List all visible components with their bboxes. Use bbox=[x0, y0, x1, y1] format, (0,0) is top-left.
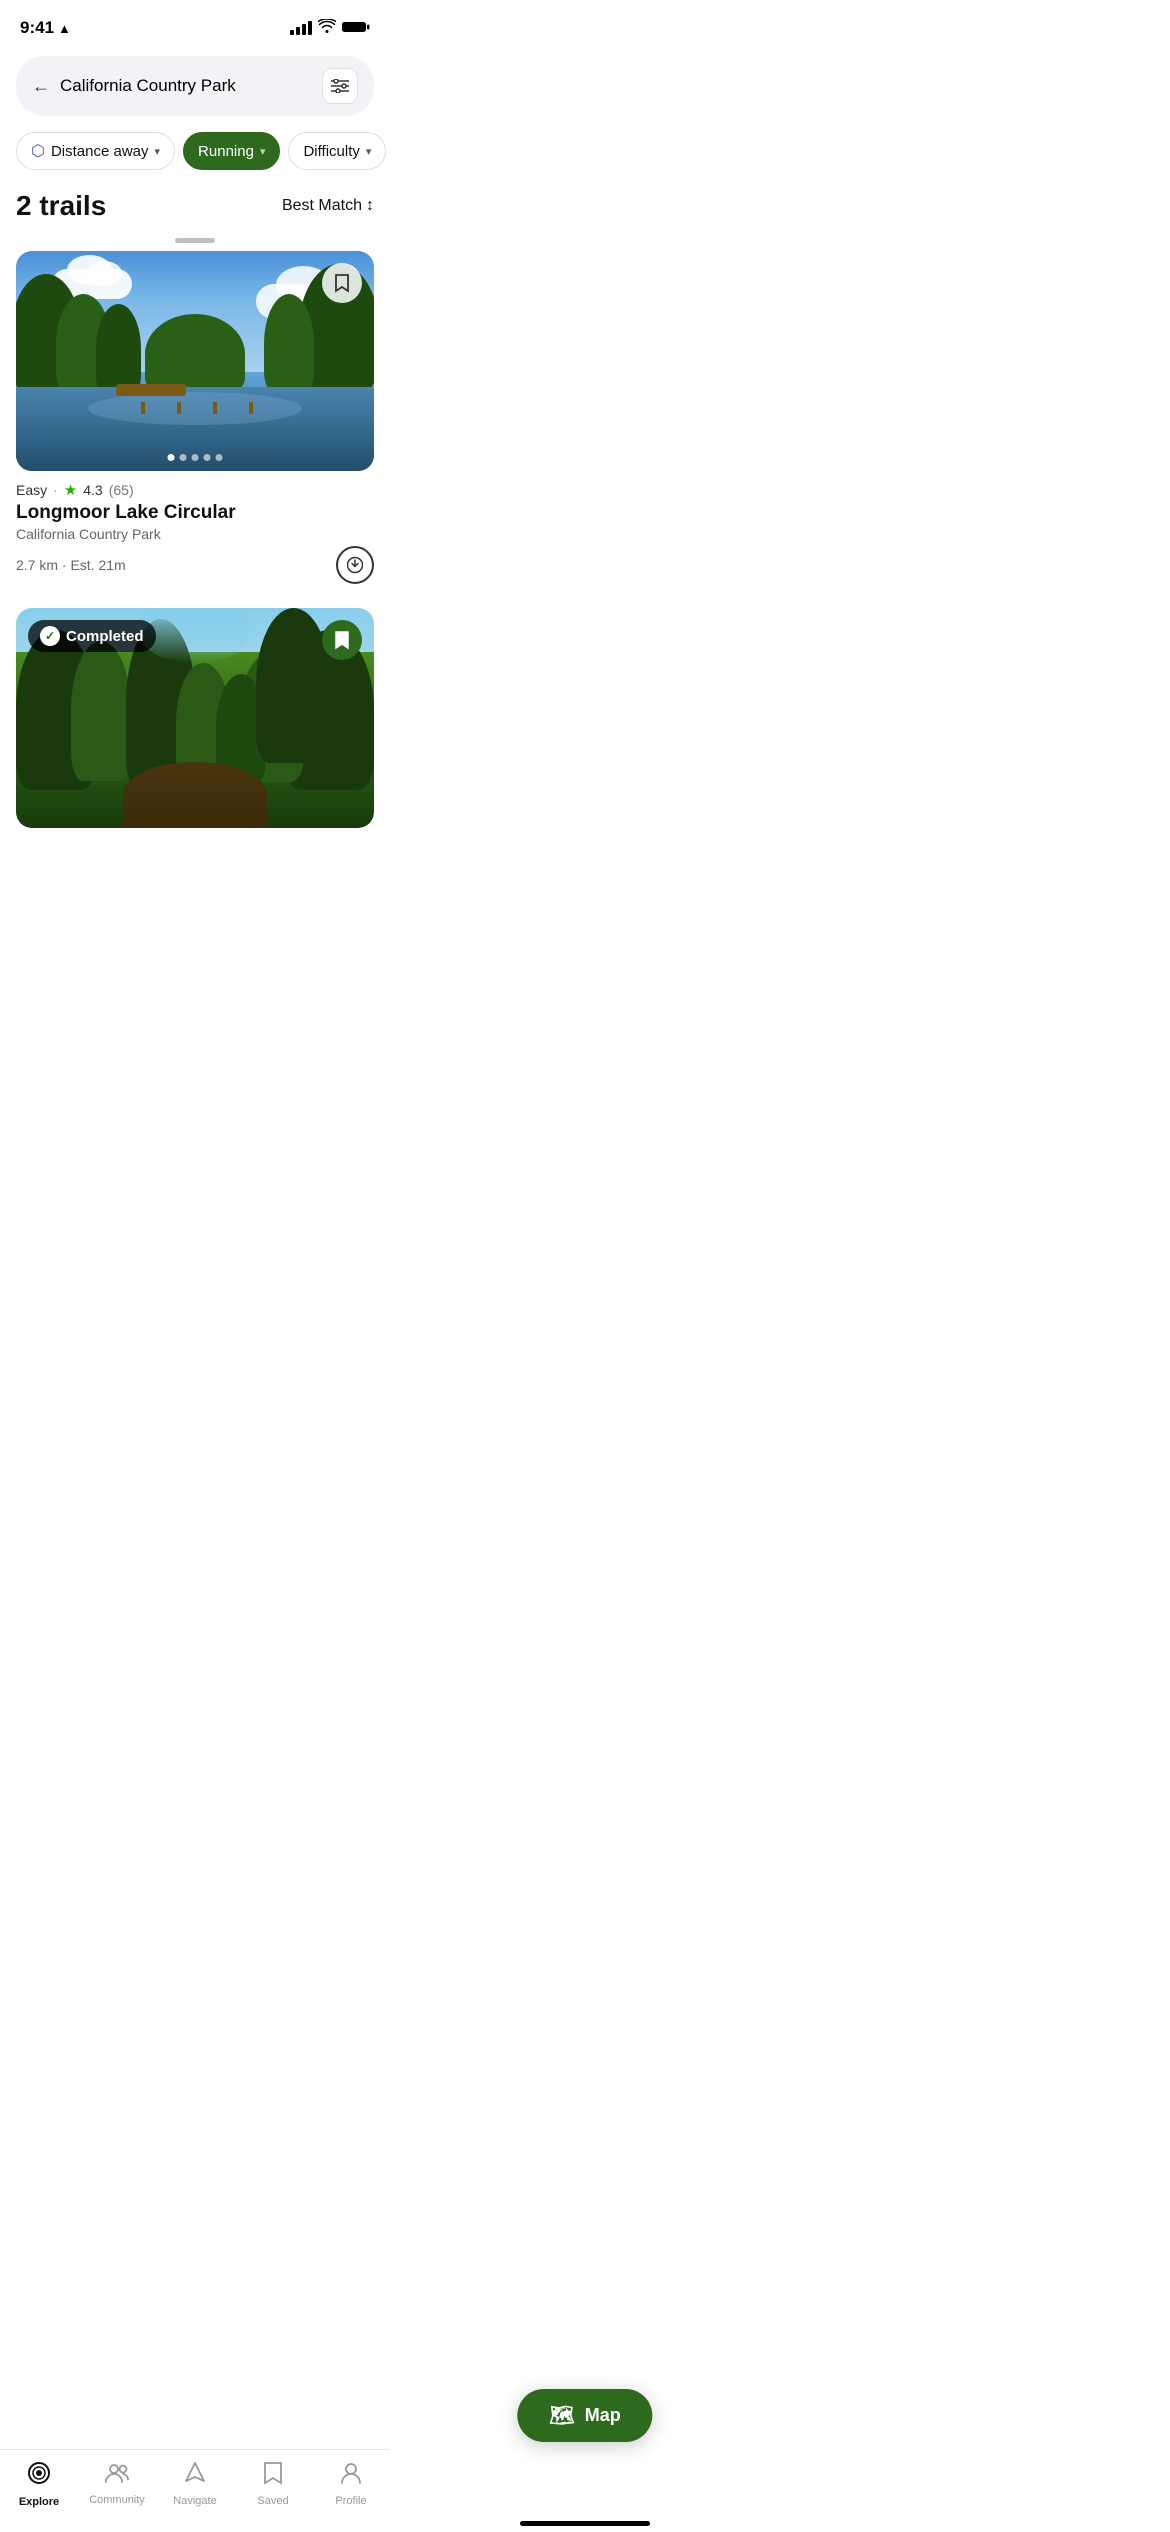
trail-name-1: Longmoor Lake Circular bbox=[16, 502, 374, 524]
completed-badge: ✓ Completed bbox=[28, 620, 156, 652]
nav-item-navigate[interactable]: Navigate bbox=[156, 2461, 234, 2507]
rating-1: 4.3 bbox=[83, 482, 102, 498]
sort-label: Best Match bbox=[282, 197, 362, 215]
status-time: 9:41 bbox=[20, 18, 54, 38]
completed-check-icon: ✓ bbox=[40, 626, 60, 646]
filter-row: ⬡ Distance away ▾ Running ▾ Difficulty ▾ bbox=[0, 128, 390, 182]
completed-label: Completed bbox=[66, 628, 144, 645]
drag-handle bbox=[175, 238, 215, 243]
results-header: 2 trails Best Match ↕ bbox=[0, 182, 390, 234]
nav-item-saved[interactable]: Saved bbox=[234, 2461, 312, 2507]
results-count: 2 trails bbox=[16, 190, 106, 222]
battery-icon bbox=[342, 20, 370, 37]
map-button-label: Map bbox=[585, 2405, 621, 2426]
trail-image-2[interactable]: ✓ Completed bbox=[16, 608, 374, 828]
search-bar[interactable]: ← California Country Park bbox=[16, 56, 374, 116]
nav-item-community[interactable]: Community bbox=[78, 2462, 156, 2506]
filter-distance[interactable]: ⬡ Distance away ▾ bbox=[16, 132, 175, 170]
sort-button[interactable]: Best Match ↕ bbox=[282, 197, 374, 215]
filter-difficulty-label: Difficulty bbox=[303, 143, 359, 160]
trail-card-1: Easy · ★ 4.3 (65) Longmoor Lake Circular… bbox=[16, 251, 374, 588]
distance-icon: ⬡ bbox=[31, 141, 45, 161]
trail-stats-1: 2.7 km · Est. 21m bbox=[16, 546, 374, 584]
star-icon: ★ bbox=[64, 481, 77, 499]
filter-running[interactable]: Running ▾ bbox=[183, 132, 280, 170]
nav-label-navigate: Navigate bbox=[173, 2495, 216, 2507]
trail-image-1[interactable] bbox=[16, 251, 374, 471]
nav-label-community: Community bbox=[89, 2494, 145, 2506]
search-text: California Country Park bbox=[60, 76, 312, 96]
chevron-down-icon: ▾ bbox=[155, 145, 161, 158]
trail-card-2: ✓ Completed bbox=[16, 608, 374, 828]
review-count-1: (65) bbox=[109, 482, 134, 498]
filter-button[interactable] bbox=[322, 68, 358, 104]
bookmark-button-2[interactable] bbox=[322, 620, 362, 660]
difficulty-label-1: Easy bbox=[16, 482, 47, 498]
sort-icon: ↕ bbox=[366, 197, 374, 215]
nav-item-explore[interactable]: Explore bbox=[0, 2460, 78, 2508]
wifi-icon bbox=[318, 19, 336, 38]
explore-icon bbox=[26, 2460, 52, 2493]
filter-distance-label: Distance away bbox=[51, 143, 149, 160]
filter-difficulty[interactable]: Difficulty ▾ bbox=[288, 132, 386, 170]
trail-location-1: California Country Park bbox=[16, 526, 374, 542]
nav-label-saved: Saved bbox=[257, 2495, 288, 2507]
chevron-down-icon: ▾ bbox=[260, 145, 266, 158]
bookmark-button-1[interactable] bbox=[322, 263, 362, 303]
signal-bars-icon bbox=[290, 21, 312, 35]
profile-icon bbox=[340, 2461, 362, 2492]
chevron-down-icon: ▾ bbox=[366, 145, 372, 158]
image-dots-1 bbox=[168, 454, 223, 461]
bottom-nav: Explore Community Navigate Saved bbox=[0, 2449, 390, 2532]
status-icons bbox=[290, 19, 370, 38]
home-indicator bbox=[520, 2521, 650, 2526]
download-button-1[interactable] bbox=[336, 546, 374, 584]
nav-label-explore: Explore bbox=[19, 2496, 59, 2508]
navigate-icon bbox=[184, 2461, 206, 2492]
trail-distance-1: 2.7 km · Est. 21m bbox=[16, 557, 126, 573]
nav-label-profile: Profile bbox=[335, 2495, 366, 2507]
nav-item-profile[interactable]: Profile bbox=[312, 2461, 390, 2507]
filter-running-label: Running bbox=[198, 143, 254, 160]
community-icon bbox=[104, 2462, 130, 2491]
map-button[interactable]: 🗺 Map bbox=[517, 2389, 652, 2442]
status-bar: 9:41 ▲ bbox=[0, 0, 390, 48]
location-arrow-icon: ▲ bbox=[58, 21, 71, 36]
saved-icon bbox=[263, 2461, 283, 2492]
trail-meta-1: Easy · ★ 4.3 (65) bbox=[16, 481, 374, 499]
back-button[interactable]: ← bbox=[32, 76, 50, 97]
trail-info-1: Easy · ★ 4.3 (65) Longmoor Lake Circular… bbox=[16, 471, 374, 588]
map-icon: 🗺 bbox=[549, 2403, 574, 2428]
